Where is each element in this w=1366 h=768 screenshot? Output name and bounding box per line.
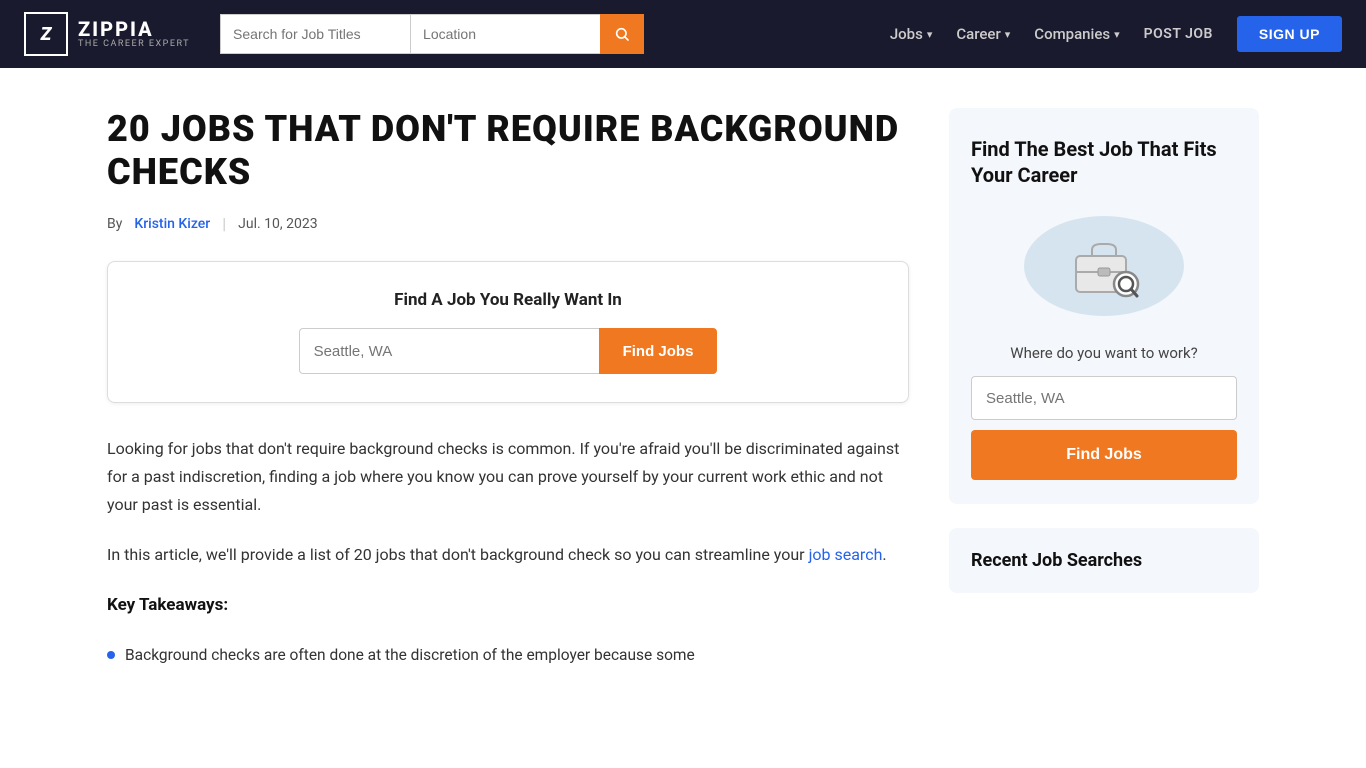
body-paragraph-2: In this article, we'll provide a list of… (107, 541, 909, 569)
nav-jobs[interactable]: Jobs ▾ (882, 21, 941, 47)
chevron-down-icon: ▾ (927, 28, 933, 41)
job-search-card: Find A Job You Really Want In Find Jobs (107, 261, 909, 403)
briefcase-icon (1064, 226, 1144, 306)
logo-brand: ZIPPIA (78, 19, 190, 39)
job-search-link[interactable]: job search (809, 545, 883, 564)
bullet-text-1: Background checks are often done at the … (125, 643, 695, 669)
nav-companies[interactable]: Companies ▾ (1026, 21, 1127, 47)
meta-author-link[interactable]: Kristin Kizer (134, 216, 210, 232)
sidebar-work-label: Where do you want to work? (971, 344, 1237, 362)
nav-career-label: Career (956, 25, 1000, 43)
sidebar-recent-searches-title: Recent Job Searches (971, 550, 1237, 571)
nav-links: Jobs ▾ Career ▾ Companies ▾ POST JOB SIG… (882, 16, 1342, 52)
navbar: Z ZIPPIA THE CAREER EXPERT Jobs ▾ Career… (0, 0, 1366, 68)
sidebar-recent-searches-card: Recent Job Searches (949, 528, 1259, 593)
search-submit-button[interactable] (600, 14, 644, 54)
meta-divider: | (222, 214, 226, 233)
meta-date: Jul. 10, 2023 (238, 216, 317, 232)
logo-tagline: THE CAREER EXPERT (78, 39, 190, 49)
logo-text-wrap: ZIPPIA THE CAREER EXPERT (78, 19, 190, 49)
bullet-dot-icon (107, 651, 115, 659)
card-find-jobs-button[interactable]: Find Jobs (599, 328, 718, 374)
job-search-card-title: Find A Job You Really Want In (132, 290, 884, 310)
list-item: Background checks are often done at the … (107, 643, 909, 669)
sidebar: Find The Best Job That Fits Your Career (949, 108, 1259, 677)
nav-career[interactable]: Career ▾ (948, 21, 1018, 47)
article-body: Looking for jobs that don't require back… (107, 435, 909, 668)
nav-jobs-label: Jobs (890, 25, 923, 43)
body-p2-text: In this article, we'll provide a list of… (107, 545, 805, 564)
briefcase-icon-wrap (971, 206, 1237, 326)
chevron-down-icon: ▾ (1005, 28, 1011, 41)
sidebar-location-input[interactable] (971, 376, 1237, 420)
bullet-list: Background checks are often done at the … (107, 643, 909, 669)
meta-by: By (107, 216, 122, 232)
article-title: 20 Jobs That Don't Require Background Ch… (107, 108, 909, 194)
search-icon (614, 26, 630, 42)
article-meta: By Kristin Kizer | Jul. 10, 2023 (107, 214, 909, 233)
logo-icon: Z (24, 12, 68, 56)
page-container: 20 Jobs That Don't Require Background Ch… (83, 68, 1283, 717)
nav-companies-label: Companies (1034, 25, 1110, 43)
logo[interactable]: Z ZIPPIA THE CAREER EXPERT (24, 12, 190, 56)
main-content: 20 Jobs That Don't Require Background Ch… (107, 108, 909, 677)
card-location-input[interactable] (299, 328, 599, 374)
body-p2-end: . (882, 545, 886, 564)
location-search-input[interactable] (410, 14, 600, 54)
job-title-search-input[interactable] (220, 14, 410, 54)
chevron-down-icon: ▾ (1114, 28, 1120, 41)
body-paragraph-1: Looking for jobs that don't require back… (107, 435, 909, 519)
key-takeaways-label: Key Takeaways: (107, 591, 909, 621)
sidebar-job-card: Find The Best Job That Fits Your Career (949, 108, 1259, 504)
sidebar-illustration (971, 206, 1237, 326)
sidebar-card-title: Find The Best Job That Fits Your Career (971, 136, 1237, 188)
signup-button[interactable]: SIGN UP (1237, 16, 1342, 52)
global-search-bar (220, 14, 644, 54)
sidebar-find-jobs-button[interactable]: Find Jobs (971, 430, 1237, 480)
post-job-link[interactable]: POST JOB (1136, 22, 1221, 46)
card-search-row: Find Jobs (132, 328, 884, 374)
